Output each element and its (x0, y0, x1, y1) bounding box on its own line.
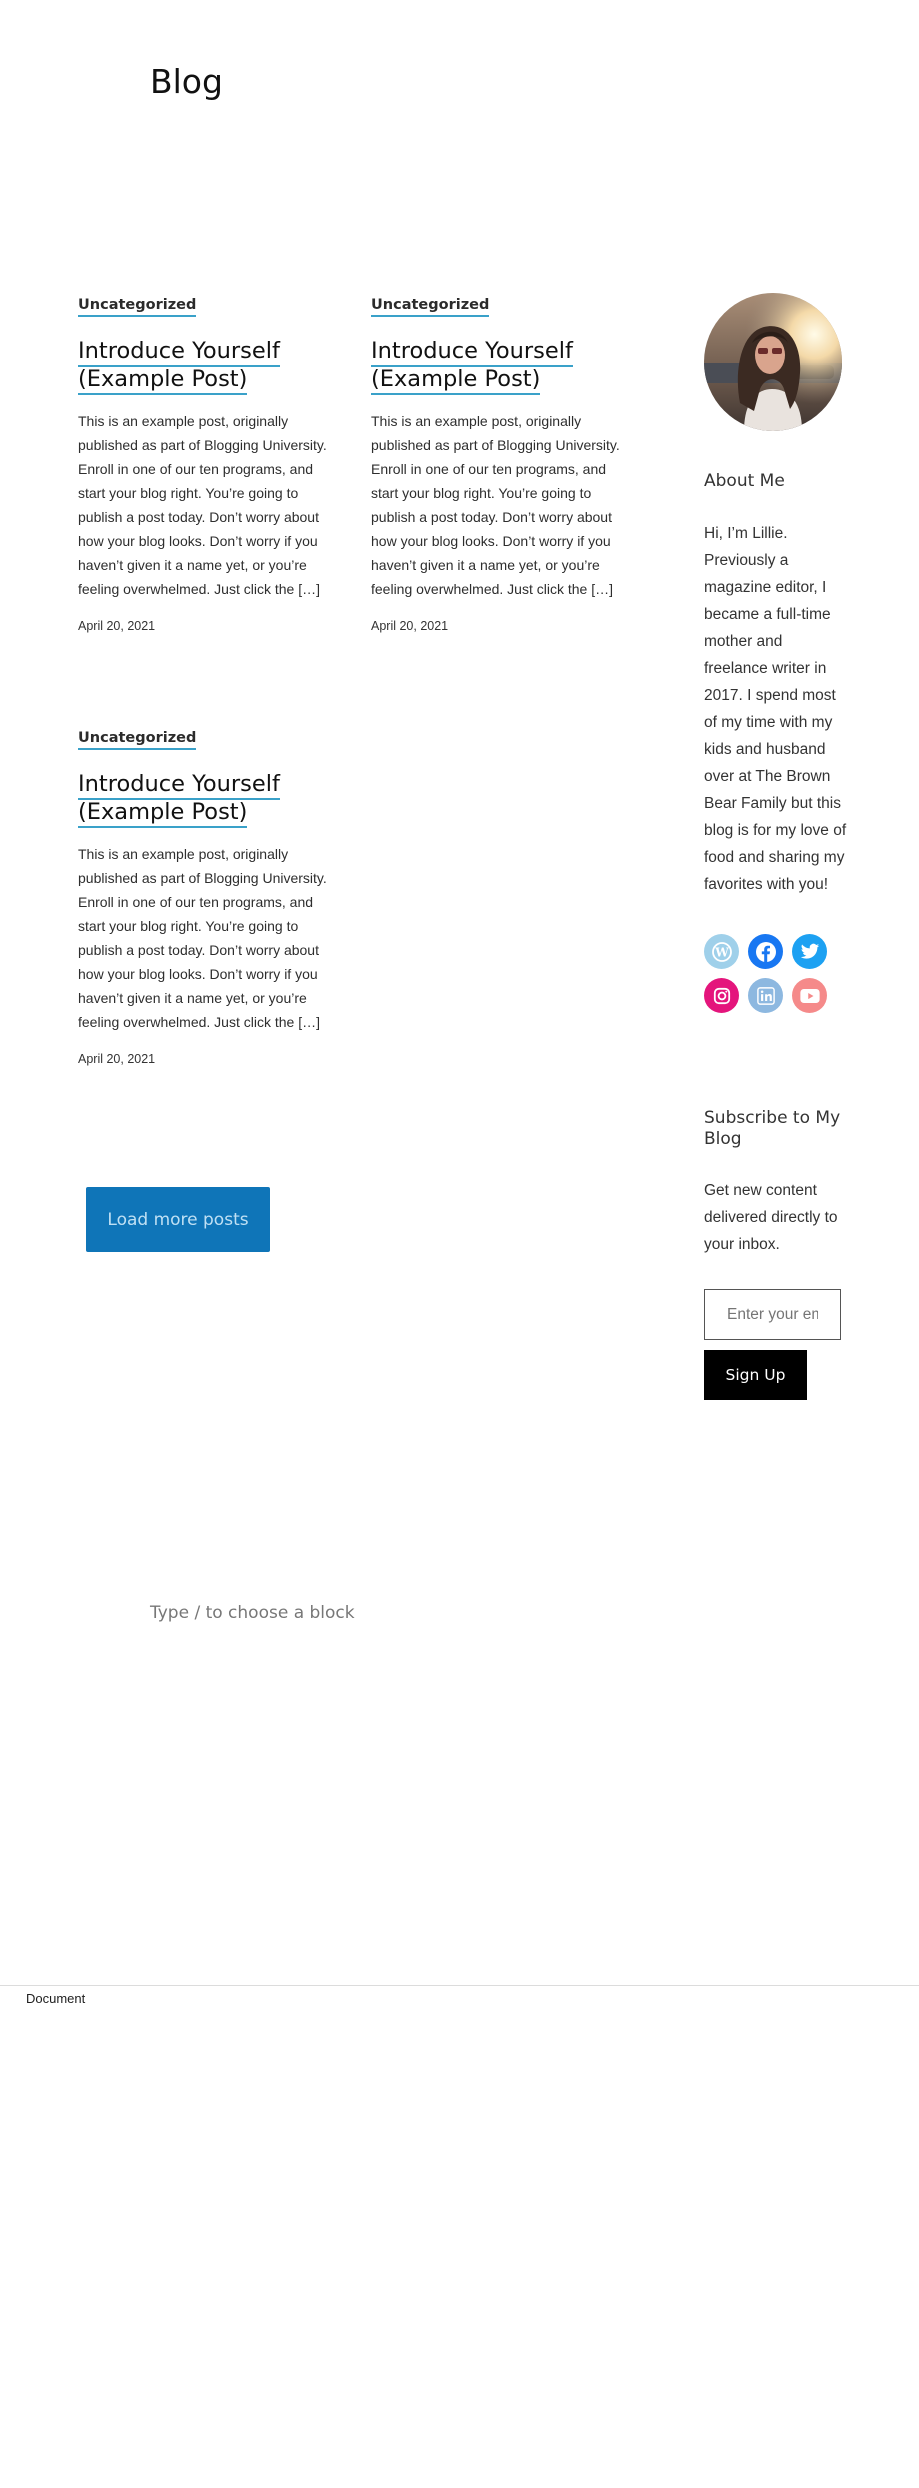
post-card: Uncategorized Introduce Yourself (Exampl… (371, 296, 623, 633)
load-more-button[interactable]: Load more posts (86, 1187, 270, 1252)
about-text: Hi, I’m Lillie. Previously a magazine ed… (704, 525, 847, 893)
post-excerpt: This is an example post, originally publ… (78, 846, 327, 1030)
block-inserter-prompt[interactable]: Type / to choose a block (150, 1603, 355, 1623)
post-title-link[interactable]: Introduce Yourself (Example Post) (371, 337, 623, 395)
post-title-link[interactable]: Introduce Yourself (Example Post) (78, 337, 330, 395)
subscribe-heading: Subscribe to My Blog (704, 1108, 841, 1149)
facebook-icon[interactable] (748, 934, 783, 969)
svg-text:W: W (714, 945, 729, 959)
social-links: W (704, 934, 834, 1013)
post-category-link[interactable]: Uncategorized (371, 296, 490, 317)
youtube-icon[interactable] (792, 978, 827, 1013)
sidebar: About Me Hi, I’m Lillie. Previously a ma… (704, 293, 849, 1400)
post-card: Uncategorized Introduce Yourself (Exampl… (78, 296, 330, 633)
post-excerpt: This is an example post, originally publ… (78, 413, 327, 597)
subscribe-text: Get new content delivered directly to yo… (704, 1182, 838, 1253)
signup-button[interactable]: Sign Up (704, 1350, 807, 1400)
post-title-text: Introduce Yourself (Example Post) (78, 338, 280, 395)
post-excerpt: This is an example post, originally publ… (371, 413, 620, 597)
avatar (704, 293, 842, 431)
page-title: Blog (150, 62, 223, 101)
post-category-link[interactable]: Uncategorized (78, 729, 197, 750)
post-date: April 20, 2021 (371, 619, 449, 633)
twitter-icon[interactable] (792, 934, 827, 969)
post-title-text: Introduce Yourself (Example Post) (78, 771, 280, 828)
post-date: April 20, 2021 (78, 1052, 156, 1066)
post-date: April 20, 2021 (78, 619, 156, 633)
document-breadcrumb[interactable]: Document (26, 1991, 85, 2006)
footer-divider (0, 1985, 919, 1986)
about-heading: About Me (704, 471, 785, 491)
linkedin-icon[interactable] (748, 978, 783, 1013)
post-title-text: Introduce Yourself (Example Post) (371, 338, 573, 395)
instagram-icon[interactable] (704, 978, 739, 1013)
post-card: Uncategorized Introduce Yourself (Exampl… (78, 729, 330, 1066)
email-input[interactable] (704, 1289, 841, 1340)
post-category-link[interactable]: Uncategorized (78, 296, 197, 317)
post-title-link[interactable]: Introduce Yourself (Example Post) (78, 770, 330, 828)
wordpress-icon[interactable]: W (704, 934, 739, 969)
